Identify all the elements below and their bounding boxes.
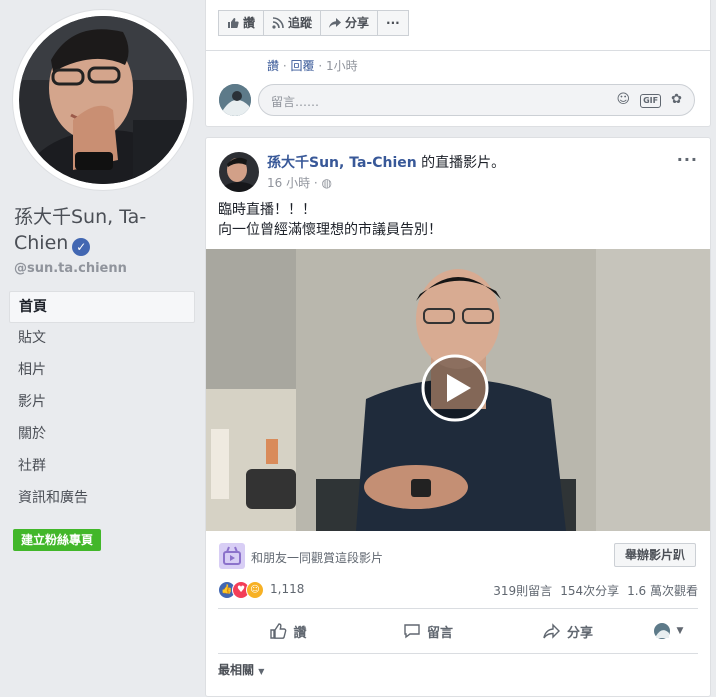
post-text-line-1: 臨時直播！！！ <box>218 202 316 218</box>
post-stats: 👍 ♥ ☺ 1,118 319則留言 154次分享 1.6 萬次觀看 <box>218 580 698 600</box>
comment-sort-label: 最相關 <box>218 663 255 677</box>
post-text-line-2: 向一位曾經滿懷理想的市議員告別！ <box>218 222 442 238</box>
watch-party-icon <box>219 543 245 569</box>
comment-input[interactable]: 留言…… ☺ GIF ✿ <box>258 84 695 116</box>
comment-meta: 讚 · 回覆 · 1小時 <box>267 59 358 73</box>
rss-icon <box>272 17 284 29</box>
sticker-icon[interactable]: ✿ <box>671 92 682 108</box>
create-page-button[interactable]: 建立粉絲專頁 <box>13 529 102 551</box>
page-handle: @sun.ta.chienn <box>14 261 127 276</box>
watch-party-text: 和朋友一同觀賞這段影片 <box>251 551 384 565</box>
video-player[interactable] <box>206 249 710 531</box>
post-time-text: 16 小時 · <box>267 176 318 190</box>
comment-button[interactable]: 留言 <box>358 622 498 641</box>
nav-item-photos[interactable]: 相片 <box>9 355 195 387</box>
gif-icon[interactable]: GIF <box>640 94 662 108</box>
nav-item-videos[interactable]: 影片 <box>9 387 195 419</box>
thumbs-up-icon <box>228 18 239 28</box>
divider <box>206 50 710 51</box>
left-sidebar: 孫大千Sun, Ta-Chien ✓ @sun.ta.chienn 首頁 貼文 相… <box>0 0 205 686</box>
share-label: 分享 <box>566 625 593 641</box>
post-text: 臨時直播！！！ 向一位曾經滿懷理想的市議員告別！ <box>218 200 442 240</box>
avatar-small-icon <box>653 623 670 639</box>
more-dots-icon: ··· <box>386 16 400 30</box>
live-video-post: 孫大千Sun, Ta-Chien 的直播影片。 16 小時 · ◍ ··· 臨時… <box>205 137 711 697</box>
post-author-link[interactable]: 孫大千Sun, Ta-Chien <box>267 155 417 171</box>
play-button-icon[interactable] <box>421 354 489 422</box>
page-name: 孫大千Sun, Ta-Chien ✓ <box>14 204 199 256</box>
post-header: 孫大千Sun, Ta-Chien 的直播影片。 <box>267 152 505 172</box>
verified-badge-icon: ✓ <box>72 238 91 256</box>
share-arrow-icon <box>543 623 560 639</box>
comment-sort-dropdown[interactable]: 最相關 ▼ <box>218 661 264 678</box>
chevron-down-icon: ▼ <box>258 667 265 676</box>
nav-item-community[interactable]: 社群 <box>9 451 195 483</box>
emoji-icon[interactable]: ☺ <box>617 92 631 108</box>
haha-reaction-icon: ☺ <box>246 581 264 599</box>
profile-picture[interactable] <box>13 10 193 190</box>
chevron-down-icon: ▼ <box>676 626 684 636</box>
post-as-selector[interactable]: ▼ <box>638 622 698 640</box>
previous-post-card: 讚 追蹤 分享 ··· 讚 · 回覆 · 1小時 留言…… ☺ GIF ✿ <box>205 0 711 127</box>
view-count: 1.6 萬次觀看 <box>627 584 698 598</box>
nav-item-home[interactable]: 首頁 <box>9 291 195 323</box>
reaction-count[interactable]: 1,118 <box>270 582 304 596</box>
post-action-text: 的直播影片。 <box>421 155 506 171</box>
thumbs-up-icon <box>270 623 287 639</box>
like-button[interactable]: 讚 <box>218 622 358 641</box>
host-watch-party-button[interactable]: 舉辦影片趴 <box>613 543 696 567</box>
globe-icon: ◍ <box>321 176 333 190</box>
comment-label: 留言 <box>426 625 453 641</box>
page-nav: 首頁 貼文 相片 影片 關於 社群 資訊和廣告 <box>9 291 195 515</box>
like-page-button[interactable]: 讚 <box>218 10 265 36</box>
watch-party-row: 和朋友一同觀賞這段影片 舉辦影片趴 <box>218 540 698 572</box>
post-author-avatar[interactable] <box>219 152 259 192</box>
comment-like-link[interactable]: 讚 <box>267 59 279 73</box>
like-page-label: 讚 <box>243 16 256 30</box>
share-button[interactable]: 分享 <box>498 622 638 641</box>
current-user-avatar[interactable] <box>219 84 251 116</box>
share-arrow-icon <box>329 18 342 28</box>
engagement-counts: 319則留言 154次分享 1.6 萬次觀看 <box>493 582 698 599</box>
share-page-label: 分享 <box>345 16 370 30</box>
divider <box>218 653 698 654</box>
reaction-icons[interactable]: 👍 ♥ ☺ <box>218 581 264 599</box>
comment-placeholder: 留言…… <box>271 95 320 109</box>
nav-item-about[interactable]: 關於 <box>9 419 195 451</box>
post-timestamp[interactable]: 16 小時 · ◍ <box>267 174 332 191</box>
share-count[interactable]: 154次分享 <box>560 582 619 599</box>
nav-item-info-ads[interactable]: 資訊和廣告 <box>9 483 195 515</box>
comment-reply-link[interactable]: 回覆 <box>290 59 314 73</box>
follow-label: 追蹤 <box>288 16 313 30</box>
comment-bubble-icon <box>404 624 420 639</box>
post-action-bar: 讚 留言 分享 ▼ <box>218 609 698 653</box>
comment-count[interactable]: 319則留言 <box>493 582 552 599</box>
share-page-button[interactable]: 分享 <box>321 10 379 36</box>
more-page-actions-button[interactable]: ··· <box>378 10 409 36</box>
nav-item-posts[interactable]: 貼文 <box>9 323 195 355</box>
like-label: 讚 <box>293 625 307 641</box>
comment-input-icons: ☺ GIF ✿ <box>617 92 682 108</box>
follow-button[interactable]: 追蹤 <box>264 10 322 36</box>
comment-time[interactable]: 1小時 <box>326 59 358 73</box>
post-options-icon[interactable]: ··· <box>677 150 698 169</box>
page-actions: 讚 追蹤 分享 ··· <box>218 10 409 36</box>
